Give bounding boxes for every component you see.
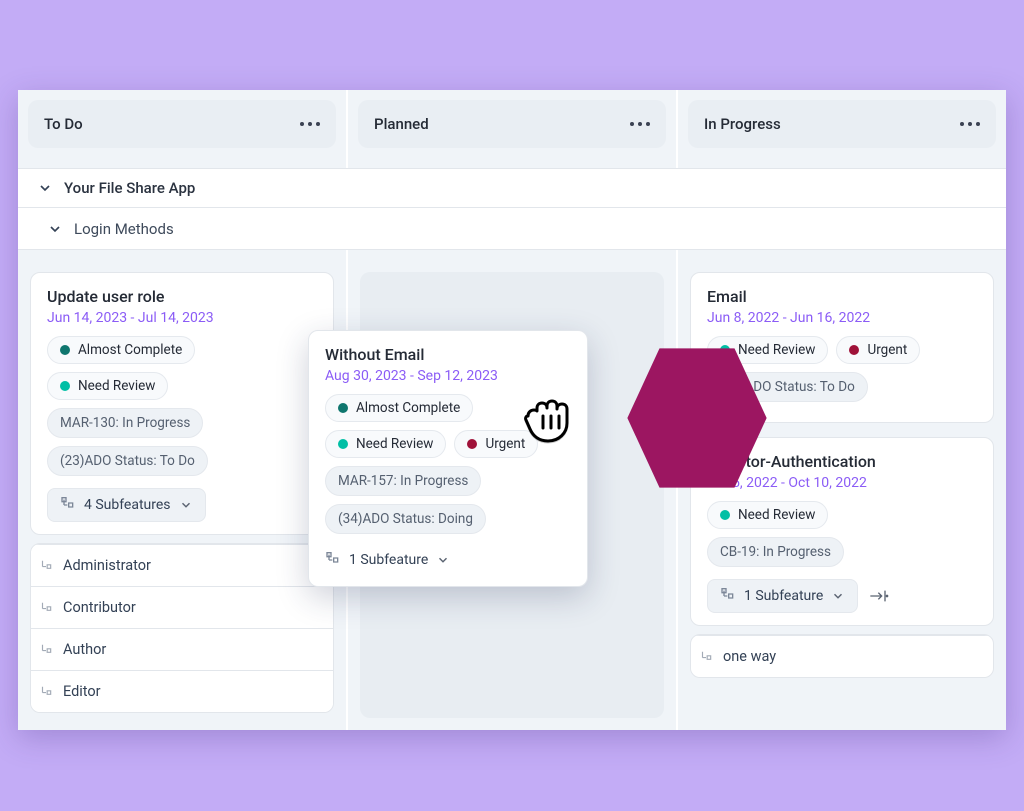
column-menu-button[interactable] [300, 122, 320, 126]
tree-icon [39, 685, 53, 699]
card-update-user-role[interactable]: Update user role Jun 14, 2023 - Jul 14, … [30, 272, 334, 535]
card-date-range: Jun 14, 2023 - Jul 14, 2023 [47, 310, 317, 326]
dot-icon [720, 510, 730, 520]
status-pill[interactable]: Need Review [47, 372, 168, 400]
score-value: 44 [300, 292, 314, 306]
tree-icon [39, 601, 53, 615]
group-title: Your File Share App [64, 179, 195, 197]
column-body-todo: Update user role Jun 14, 2023 - Jul 14, … [18, 260, 346, 730]
subfeature-item[interactable]: one way [691, 635, 993, 677]
tags: MAR-157: In Progress (34)ADO Status: Doi… [325, 466, 571, 542]
subgroup-title: Login Methods [74, 220, 174, 238]
score-badge: 44 [953, 450, 981, 478]
integration-tag[interactable]: (34)ADO Status: Doing [325, 504, 486, 534]
score-value: 44 [960, 457, 974, 471]
kanban-board: To Do Update user role Jun 14, 2023 - Ju… [18, 90, 1006, 730]
status-pills: Almost Complete Need Review [47, 336, 317, 400]
dot-icon [60, 381, 70, 391]
column-menu-button[interactable] [960, 122, 980, 126]
subfeature-item[interactable]: Administrator [31, 544, 333, 586]
status-pills: Almost Complete Need Review Urgent [325, 394, 571, 458]
card-without-email[interactable]: Without Email Aug 30, 2023 - Sep 12, 202… [308, 330, 588, 587]
chevron-down-icon [46, 220, 64, 238]
dot-icon [60, 345, 70, 355]
subfeatures-toggle[interactable]: 1 Subfeature [325, 546, 450, 574]
column-header-todo[interactable]: To Do [28, 100, 336, 148]
subfeatures-label: 1 Subfeature [744, 588, 823, 604]
subfeature-item[interactable]: Editor [31, 670, 333, 712]
subfeatures-label: 1 Subfeature [349, 552, 428, 568]
group-header[interactable]: Your File Share App [18, 168, 1006, 208]
chevron-down-icon [436, 553, 450, 567]
status-pill[interactable]: Urgent [454, 430, 538, 458]
subfeatures-toggle[interactable]: 1 Subfeature [707, 579, 858, 613]
subfeature-item[interactable]: Author [31, 628, 333, 670]
score-badge: 46 [547, 343, 575, 371]
score-badge: 52 [953, 285, 981, 313]
tree-icon [39, 559, 53, 573]
subfeatures-toggle[interactable]: 4 Subfeatures [47, 488, 206, 522]
subfeatures-label: 4 Subfeatures [84, 497, 171, 513]
chevron-down-icon [831, 589, 845, 603]
integration-tag[interactable]: (23)ADO Status: To Do [47, 446, 208, 476]
tree-icon [60, 497, 76, 513]
card-date-range: Aug 30, 2023 - Sep 12, 2023 [325, 368, 571, 384]
subfeature-item[interactable]: Contributor [31, 586, 333, 628]
integration-tag[interactable]: CB-19: In Progress [707, 537, 844, 567]
score-value: 46 [554, 350, 568, 364]
chevron-down-icon [179, 498, 193, 512]
integration-tag[interactable]: MAR-157: In Progress [325, 466, 481, 496]
column-menu-button[interactable] [630, 122, 650, 126]
score-badge: 44 [293, 285, 321, 313]
column-title: In Progress [704, 115, 781, 133]
column-header-planned[interactable]: Planned [358, 100, 666, 148]
dot-icon [338, 403, 348, 413]
status-pills: Need Review [707, 501, 977, 529]
tree-icon [39, 643, 53, 657]
status-pill[interactable]: Almost Complete [47, 336, 195, 364]
column-header-in-progress[interactable]: In Progress [688, 100, 996, 148]
column-title: Planned [374, 115, 429, 133]
dot-icon [467, 439, 477, 449]
subfeatures-list: Administrator Contributor Author Editor [30, 543, 334, 713]
score-value: 52 [960, 292, 974, 306]
status-pill[interactable]: Need Review [325, 430, 446, 458]
status-pill[interactable]: Urgent [836, 336, 920, 364]
chevron-down-icon [36, 179, 54, 197]
tags: MAR-130: In Progress (23)ADO Status: To … [47, 408, 317, 484]
integration-tag[interactable]: MAR-130: In Progress [47, 408, 203, 438]
column-title: To Do [44, 115, 83, 133]
column-body-in-progress: Email Jun 8, 2022 - Jun 16, 2022 52 Need… [678, 260, 1006, 730]
tree-icon [699, 650, 713, 664]
dot-icon [849, 345, 859, 355]
tree-icon [720, 588, 736, 604]
status-pill[interactable]: Almost Complete [325, 394, 473, 422]
tree-icon [325, 552, 341, 568]
subfeatures-list: one way [690, 634, 994, 678]
card-title: Update user role [47, 287, 317, 306]
dependency-icon[interactable] [868, 588, 890, 604]
dot-icon [338, 439, 348, 449]
card-date-range: Jun 8, 2022 - Jun 16, 2022 [707, 310, 977, 326]
subgroup-header[interactable]: Login Methods [18, 208, 1006, 250]
status-pill[interactable]: Need Review [707, 501, 828, 529]
card-title: Without Email [325, 345, 571, 364]
card-title: Email [707, 287, 977, 306]
